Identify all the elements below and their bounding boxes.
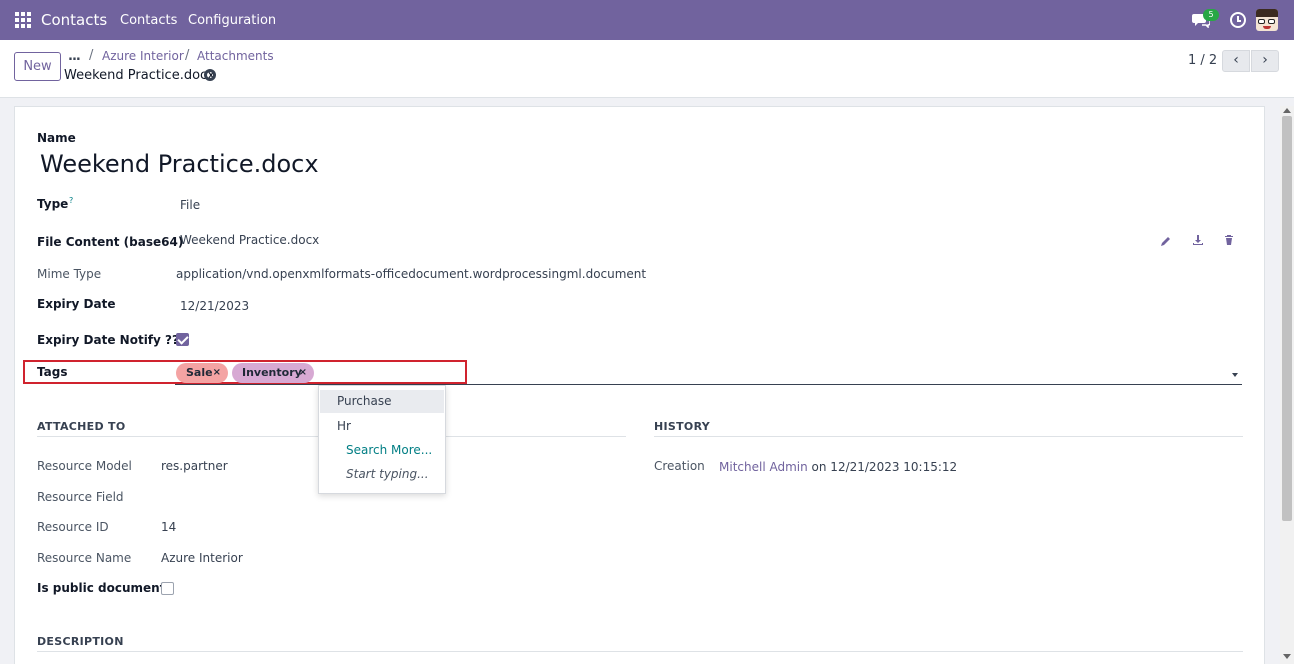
tag-label: Inventory: [242, 366, 302, 379]
breadcrumb-current: Weekend Practice.docx: [64, 68, 215, 83]
tag-sale[interactable]: Sale ×: [176, 363, 228, 383]
apps-menu-icon[interactable]: [15, 12, 31, 28]
chevron-down-icon[interactable]: [1232, 373, 1238, 377]
section-divider: [654, 436, 1243, 437]
app-brand[interactable]: Contacts: [41, 11, 107, 29]
download-icon[interactable]: [1192, 234, 1204, 246]
scroll-thumb[interactable]: [1282, 116, 1292, 521]
creation-label: Creation: [654, 459, 705, 473]
resource-id-label: Resource ID: [37, 520, 109, 534]
resource-field-label: Resource Field: [37, 490, 124, 504]
tag-label: Sale: [186, 366, 213, 379]
breadcrumb-separator: /: [185, 48, 190, 63]
public-document-checkbox[interactable]: [161, 582, 174, 595]
expiry-notify-checkbox[interactable]: [176, 333, 189, 346]
trash-icon[interactable]: [1223, 234, 1235, 246]
dropdown-item-hr[interactable]: Hr: [320, 415, 444, 438]
pager-prev-button[interactable]: ‹: [1222, 50, 1250, 72]
pager-next-button[interactable]: ›: [1251, 50, 1279, 72]
mime-type-value: application/vnd.openxmlformats-officedoc…: [176, 267, 647, 281]
resource-name-value: Azure Interior: [161, 551, 243, 565]
creation-user-link[interactable]: Mitchell Admin: [719, 460, 808, 474]
dropdown-search-more[interactable]: Search More...: [320, 439, 444, 462]
tags-autocomplete-dropdown: Purchase Hr Search More... Start typing.…: [318, 385, 446, 494]
creation-date: on 12/21/2023 10:15:12: [811, 460, 958, 474]
tag-inventory[interactable]: Inventory ×: [232, 363, 314, 383]
dropdown-start-typing: Start typing...: [346, 467, 429, 481]
pager-value[interactable]: 1 / 2: [1188, 53, 1217, 68]
chat-badge: 5: [1203, 9, 1219, 21]
breadcrumb-azure-interior[interactable]: Azure Interior: [102, 49, 184, 63]
resource-model-value[interactable]: res.partner: [161, 459, 228, 473]
scrollbar[interactable]: [1280, 106, 1294, 664]
tags-label: Tags: [37, 365, 68, 379]
type-label: Type: [37, 197, 69, 211]
attached-to-title: ATTACHED TO: [37, 420, 126, 433]
expiry-date-label: Expiry Date: [37, 297, 116, 311]
resource-id-value[interactable]: 14: [161, 520, 176, 534]
type-value[interactable]: File: [180, 198, 200, 212]
expiry-date-input[interactable]: 12/21/2023: [180, 299, 249, 313]
form-sheet: [14, 106, 1265, 664]
name-label: Name: [37, 131, 76, 145]
scroll-up-arrow-icon[interactable]: [1283, 108, 1291, 113]
menu-configuration[interactable]: Configuration: [188, 13, 276, 28]
gear-icon[interactable]: [204, 69, 216, 81]
user-avatar[interactable]: [1256, 9, 1278, 31]
menu-contacts[interactable]: Contacts: [120, 13, 177, 28]
public-document-label: Is public document: [37, 581, 166, 595]
dropdown-item-purchase[interactable]: Purchase: [320, 390, 444, 413]
new-button[interactable]: New: [14, 52, 61, 81]
file-content-label: File Content (base64): [37, 235, 184, 249]
control-panel: New ... / Azure Interior / Attachments W…: [0, 40, 1294, 98]
resource-name-label: Resource Name: [37, 551, 132, 565]
scroll-down-arrow-icon[interactable]: [1283, 654, 1291, 659]
file-content-value: Weekend Practice.docx: [180, 233, 320, 247]
remove-tag-icon[interactable]: ×: [299, 363, 307, 383]
description-title: DESCRIPTION: [37, 635, 124, 648]
name-input[interactable]: Weekend Practice.docx: [40, 150, 319, 178]
breadcrumb-attachments[interactable]: Attachments: [197, 49, 274, 63]
expiry-notify-label: Expiry Date Notify ??: [37, 333, 179, 347]
activity-clock-icon[interactable]: [1230, 12, 1246, 28]
resource-model-label: Resource Model: [37, 459, 132, 473]
section-divider: [37, 651, 1243, 652]
edit-pencil-icon[interactable]: [1160, 235, 1172, 247]
type-help-icon[interactable]: ?: [69, 196, 73, 205]
history-title: HISTORY: [654, 420, 711, 433]
breadcrumb-separator: /: [89, 48, 94, 63]
breadcrumb-more[interactable]: ...: [68, 49, 81, 64]
mime-type-label: Mime Type: [37, 267, 102, 281]
top-navbar: Contacts Contacts Configuration 5: [0, 0, 1294, 40]
remove-tag-icon[interactable]: ×: [213, 363, 221, 383]
